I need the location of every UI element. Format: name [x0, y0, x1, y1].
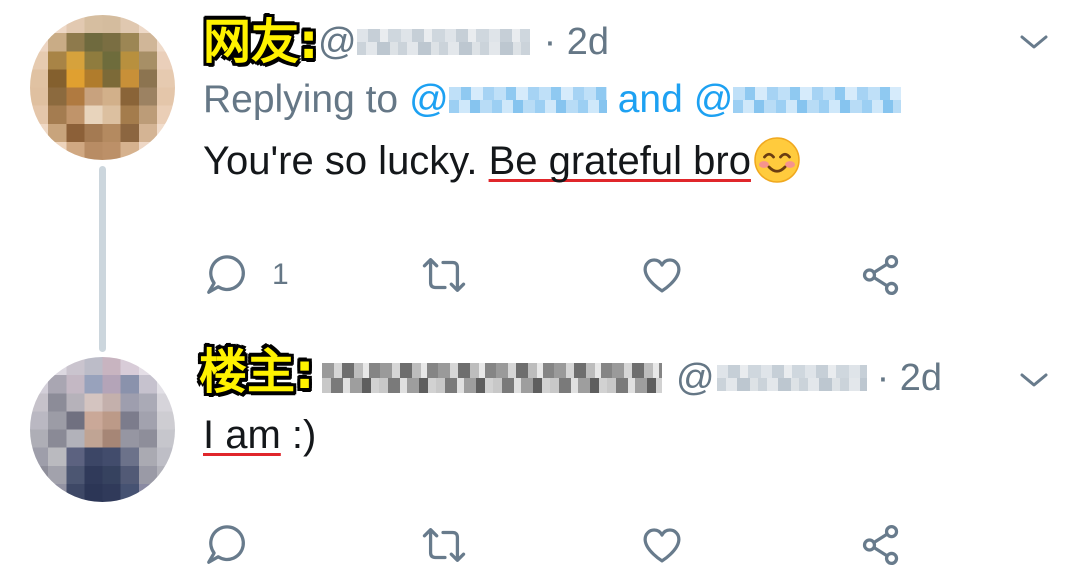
thread-connector-line: [99, 166, 106, 352]
avatar-image: [30, 357, 175, 502]
reply-button[interactable]: [203, 522, 249, 568]
retweet-button[interactable]: [421, 522, 467, 568]
chevron-down-icon[interactable]: [1018, 32, 1050, 52]
handle-at-sign: @: [318, 21, 357, 63]
tweet-text-underlined: I am: [203, 413, 281, 457]
retweet-button[interactable]: [421, 252, 467, 298]
overlay-label-original-poster: 楼主:: [199, 344, 315, 400]
reply-icon[interactable]: [203, 252, 249, 298]
smiling-face-emoji: [754, 137, 800, 183]
tweet-text: You're so lucky. Be grateful bro: [203, 136, 801, 186]
heart-icon[interactable]: [639, 522, 685, 568]
tweet-text-plain: :): [291, 413, 317, 457]
tweet-text-plain: You're so lucky.: [203, 139, 478, 183]
mention-at-sign: @: [409, 78, 449, 121]
heart-icon[interactable]: [639, 252, 685, 298]
like-button[interactable]: [639, 522, 685, 568]
tweet-text-underlined: Be grateful bro: [488, 139, 751, 183]
avatar-image: [30, 15, 175, 160]
tweet-menu-button[interactable]: [1018, 32, 1050, 52]
tweet-header: @ · 2d: [322, 356, 942, 400]
overlay-label-netizen: 网友:: [203, 14, 319, 70]
retweet-icon[interactable]: [421, 522, 467, 568]
tweet-text: I am :): [203, 410, 316, 460]
avatar[interactable]: [30, 15, 175, 160]
share-button[interactable]: [858, 522, 904, 568]
reply-button[interactable]: [203, 252, 249, 298]
like-button[interactable]: [639, 252, 685, 298]
blurred-mention: [448, 87, 607, 113]
tweet-header: @ · 2d: [318, 20, 609, 64]
retweet-icon[interactable]: [421, 252, 467, 298]
share-icon[interactable]: [858, 252, 904, 298]
blurred-display-name[interactable]: [322, 363, 662, 393]
share-icon[interactable]: [858, 522, 904, 568]
share-button[interactable]: [858, 252, 904, 298]
timestamp: · 2d: [543, 21, 610, 63]
mention-link[interactable]: @: [409, 78, 607, 122]
replying-to-label: Replying to: [203, 78, 399, 121]
mention-link[interactable]: @: [694, 78, 902, 122]
reply-icon[interactable]: [203, 522, 249, 568]
user-handle[interactable]: @: [318, 20, 530, 64]
chevron-down-icon[interactable]: [1018, 370, 1050, 390]
mention-at-sign: @: [693, 78, 734, 121]
blurred-handle: [716, 365, 867, 391]
tweet-menu-button[interactable]: [1018, 370, 1050, 390]
user-handle[interactable]: @: [676, 356, 867, 400]
mention-conjunction: and: [617, 78, 683, 121]
avatar[interactable]: [30, 357, 175, 502]
blurred-mention: [733, 87, 902, 113]
timestamp: · 2d: [876, 357, 943, 399]
blurred-handle: [356, 29, 530, 55]
reply-context: Replying to @ and @: [203, 78, 902, 122]
reply-count: 1: [272, 258, 289, 291]
handle-at-sign: @: [676, 357, 715, 399]
